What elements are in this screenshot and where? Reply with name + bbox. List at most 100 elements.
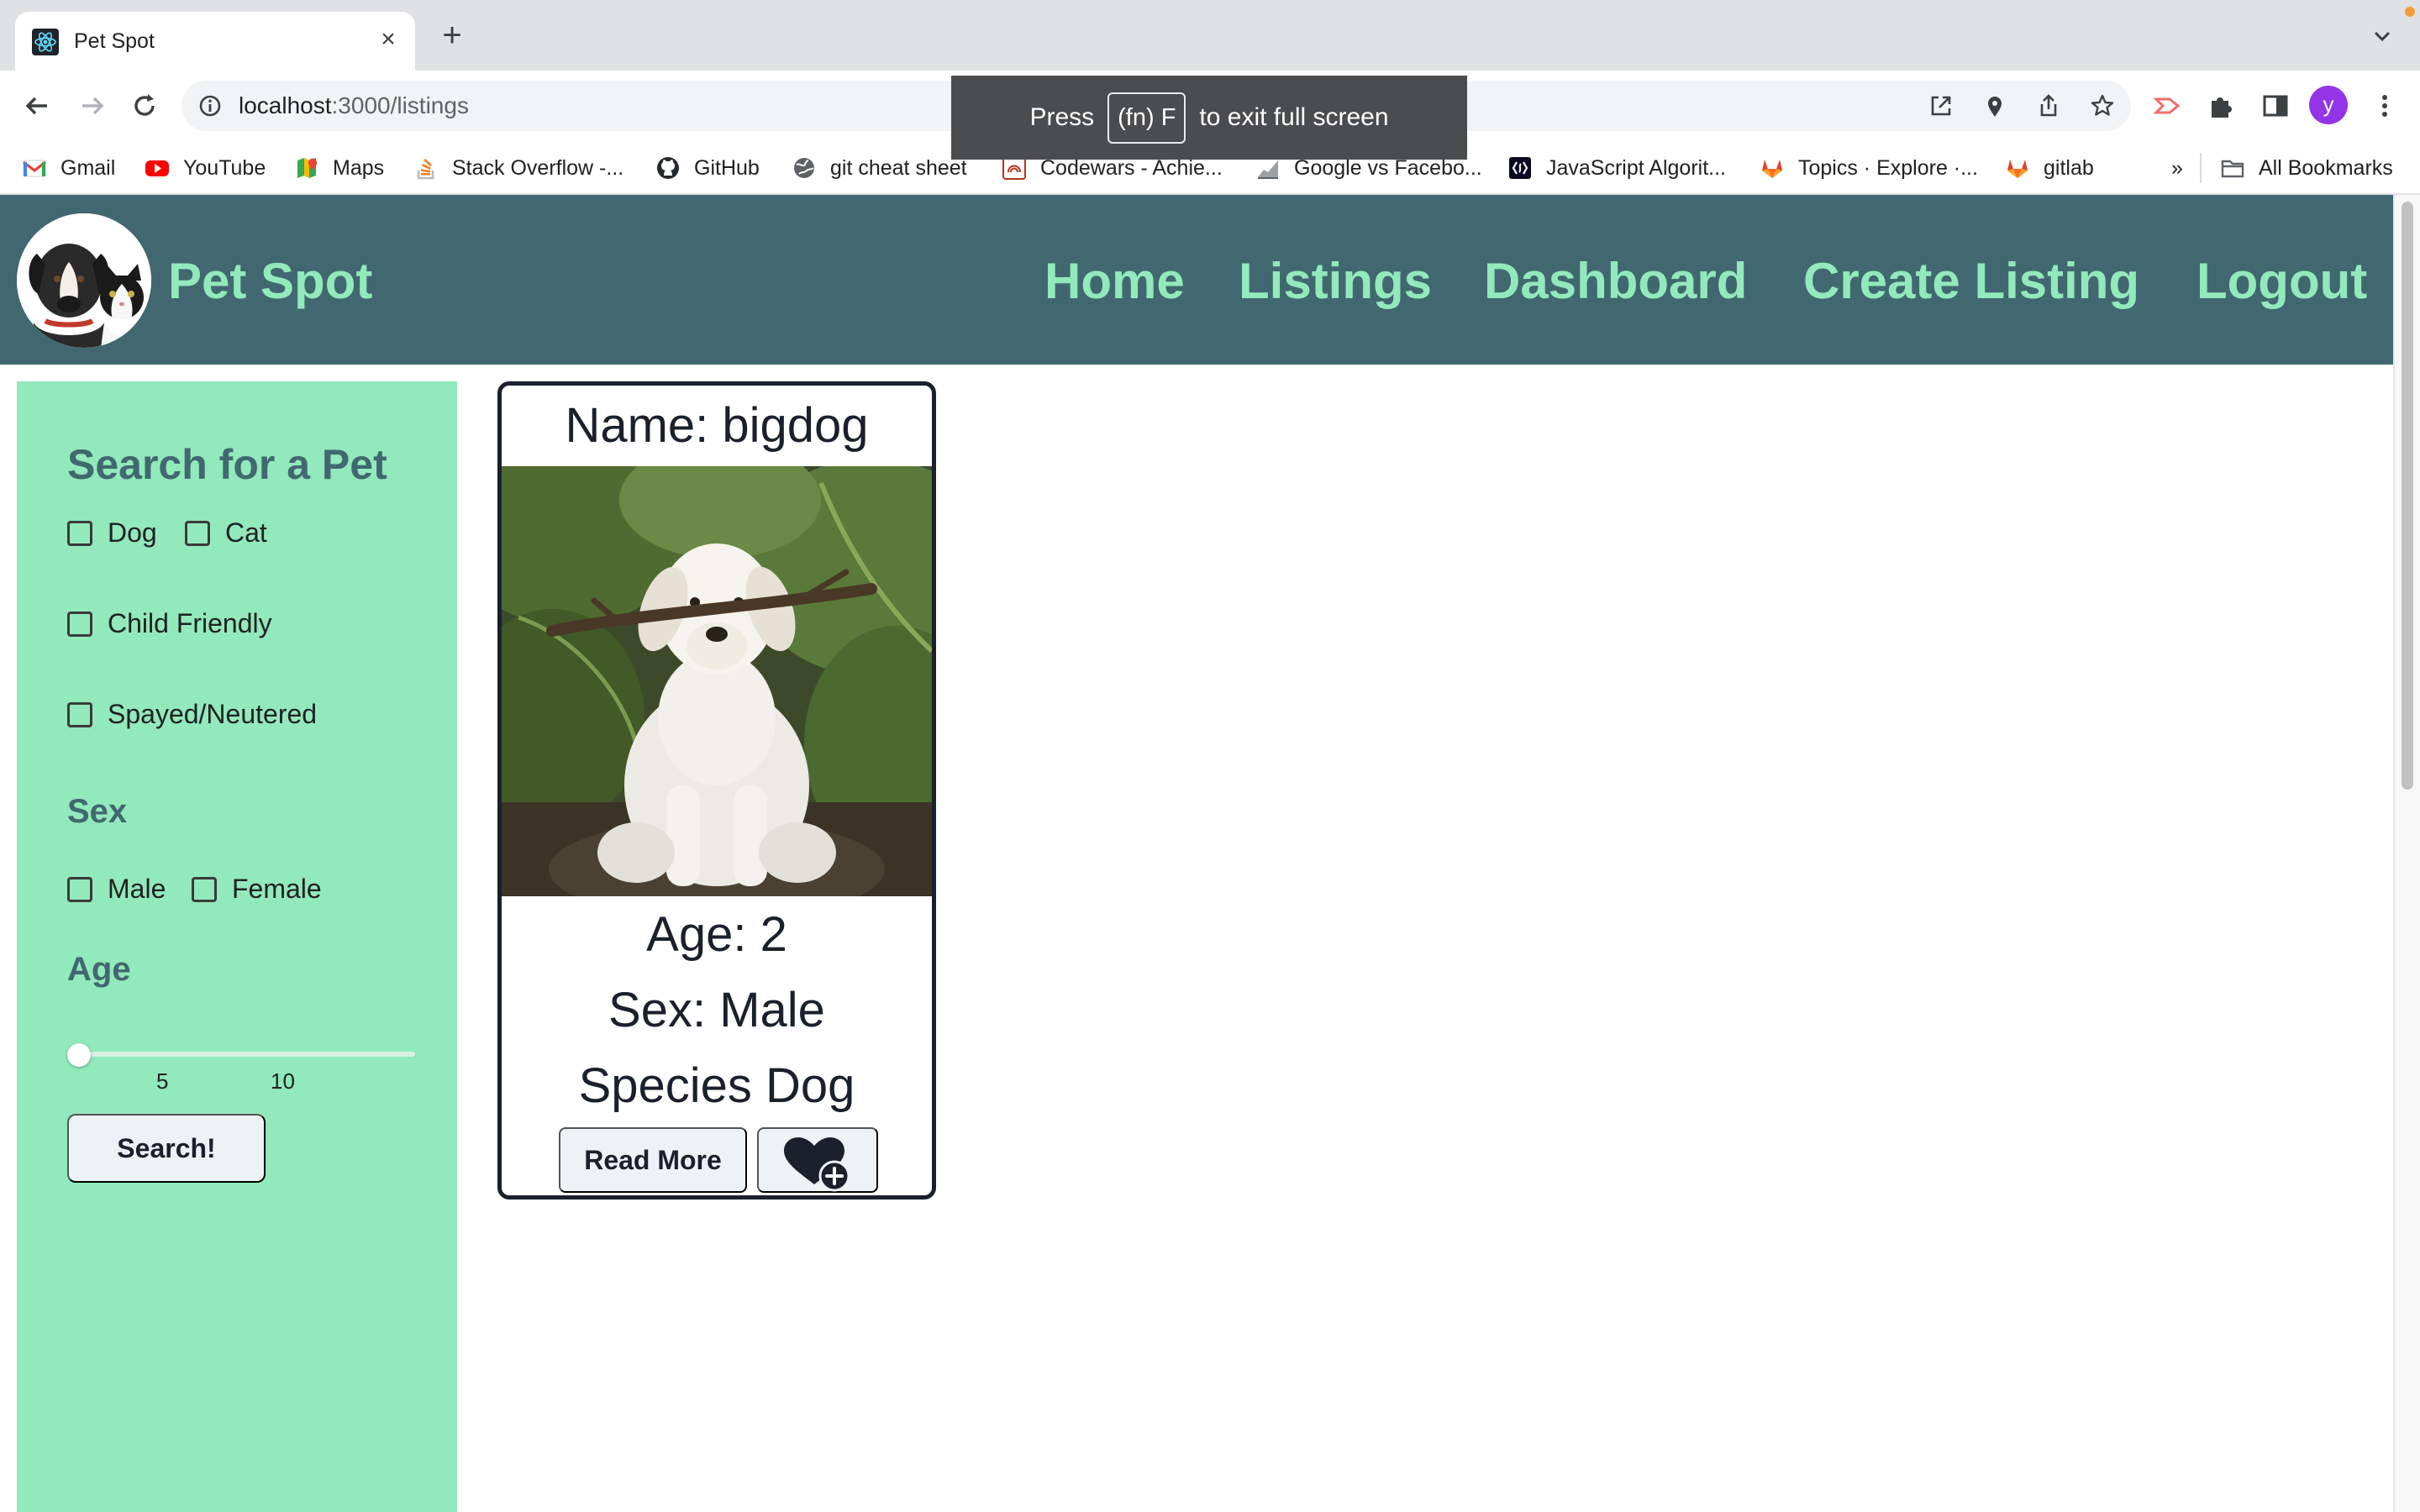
filter-dog[interactable]: Dog	[67, 517, 157, 549]
bookmark-label: Maps	[333, 155, 385, 180]
brand-name[interactable]: Pet Spot	[168, 252, 372, 310]
fullscreen-exit-toast: Press (fn) F to exit full screen	[951, 76, 1467, 160]
globe-icon	[794, 158, 814, 178]
site-info-icon[interactable]	[197, 92, 224, 119]
chevron-down-icon[interactable]	[2370, 24, 2395, 49]
bookmark-github[interactable]: GitHub	[655, 151, 760, 185]
javascript-icon	[1509, 157, 1531, 179]
pet-spot-logo[interactable]	[17, 213, 151, 348]
close-tab-icon[interactable]: ×	[373, 25, 403, 55]
spayed-neutered-label: Spayed/Neutered	[108, 699, 318, 729]
new-tab-button[interactable]: +	[435, 18, 469, 54]
bookmark-label: All Bookmarks	[2259, 155, 2393, 180]
age-slider[interactable]	[67, 1037, 424, 1070]
pet-species: Species Dog	[578, 1058, 855, 1113]
profile-avatar[interactable]: y	[2309, 86, 2348, 124]
browser-menu-icon[interactable]	[2368, 89, 2402, 123]
gmail-icon	[23, 160, 46, 177]
nav-listings[interactable]: Listings	[1239, 252, 1432, 310]
folder-icon	[2221, 160, 2244, 178]
youtube-icon	[145, 160, 169, 176]
child-friendly-checkbox[interactable]	[67, 611, 92, 637]
browser-tab[interactable]: Pet Spot ×	[15, 12, 415, 71]
extensions-puzzle-icon[interactable]	[2205, 89, 2238, 123]
search-sidebar: Search for a Pet Dog Cat Child Friendly …	[17, 381, 457, 1512]
filter-child-friendly[interactable]: Child Friendly	[67, 608, 272, 639]
screencast-extension-icon[interactable]	[2151, 89, 2185, 123]
toast-rest-text: to exit full screen	[1199, 103, 1389, 131]
filter-male[interactable]: Male	[67, 874, 166, 905]
bookmark-label: git cheat sheet	[830, 155, 967, 180]
pet-name: Name: bigdog	[565, 398, 869, 453]
gitlab-icon	[1762, 160, 1782, 178]
side-panel-icon[interactable]	[2259, 89, 2292, 123]
recording-indicator	[2405, 7, 2415, 17]
filter-spayed-neutered[interactable]: Spayed/Neutered	[67, 699, 317, 730]
url-path: :3000/listings	[331, 92, 469, 118]
bookmark-label: JavaScript Algorit...	[1546, 155, 1726, 180]
bookmark-label: Gmail	[60, 155, 116, 180]
back-icon[interactable]	[20, 89, 54, 123]
bookmark-gmail[interactable]: Gmail	[22, 151, 115, 185]
bookmark-git-cheat-sheet[interactable]: git cheat sheet	[792, 151, 967, 185]
location-pin-icon[interactable]	[1981, 92, 2008, 119]
dog-label: Dog	[108, 517, 157, 548]
browser-tab-strip: Pet Spot × +	[0, 0, 2420, 71]
dog-and-cat-logo-image	[17, 213, 151, 348]
filter-cat[interactable]: Cat	[185, 517, 267, 549]
nav-home[interactable]: Home	[1044, 252, 1185, 310]
page-scrollbar[interactable]	[2393, 195, 2420, 1512]
nav-logout[interactable]: Logout	[2196, 252, 2367, 310]
bookmark-stack-overflow[interactable]: Stack Overflow -...	[413, 151, 623, 185]
age-slider-thumb[interactable]	[67, 1043, 91, 1067]
url-text: localhost:3000/listings	[239, 92, 469, 119]
gitlab-icon	[2007, 160, 2028, 178]
age-tick-10: 10	[271, 1068, 295, 1094]
forward-icon[interactable]	[76, 89, 109, 123]
search-button[interactable]: Search!	[67, 1114, 266, 1183]
search-title: Search for a Pet	[67, 441, 387, 488]
bookmarks-divider	[2200, 153, 2202, 183]
filter-female[interactable]: Female	[192, 874, 322, 905]
spayed-neutered-checkbox[interactable]	[67, 701, 92, 727]
age-slider-track[interactable]	[76, 1052, 415, 1057]
toast-press-text: Press	[1029, 103, 1095, 131]
reload-icon[interactable]	[128, 89, 161, 123]
female-checkbox[interactable]	[192, 876, 217, 902]
all-bookmarks-button[interactable]: All Bookmarks	[2220, 151, 2393, 185]
bookmark-label: gitlab	[2044, 155, 2094, 180]
bookmark-label: YouTube	[183, 155, 266, 180]
pet-sex: Sex: Male	[608, 983, 825, 1037]
bookmark-star-icon[interactable]	[2089, 92, 2116, 119]
bookmarks-overflow-button[interactable]: »	[2171, 151, 2183, 185]
open-in-new-icon[interactable]	[1928, 92, 1954, 119]
tab-title: Pet Spot	[74, 29, 155, 53]
nav-create-listing[interactable]: Create Listing	[1803, 252, 2139, 310]
bookmark-youtube[interactable]: YouTube	[145, 151, 266, 185]
url-host: localhost	[239, 92, 332, 118]
maps-icon	[297, 158, 318, 178]
react-favicon-icon	[32, 29, 59, 55]
share-icon[interactable]	[2035, 92, 2062, 119]
pet-photo	[502, 466, 932, 896]
bookmark-topics-explore[interactable]: Topics · Explore ·...	[1760, 151, 1978, 185]
add-favorite-button[interactable]	[757, 1127, 878, 1193]
bookmark-maps[interactable]: Maps	[294, 151, 384, 185]
male-checkbox[interactable]	[67, 876, 92, 902]
cat-checkbox[interactable]	[185, 520, 210, 546]
scrollbar-thumb[interactable]	[2402, 202, 2413, 790]
read-more-button[interactable]: Read More	[559, 1127, 747, 1193]
bookmark-label: GitHub	[694, 155, 760, 180]
dog-checkbox[interactable]	[67, 520, 92, 546]
github-icon	[657, 157, 679, 179]
bookmark-gitlab[interactable]: gitlab	[2005, 151, 2094, 185]
sex-section-label: Sex	[67, 793, 128, 830]
bookmark-javascript-algorithms[interactable]: JavaScript Algorit...	[1507, 151, 1726, 185]
cat-label: Cat	[225, 517, 267, 548]
toast-key-hint: (fn) F	[1107, 92, 1186, 144]
bookmark-label: Topics · Explore ·...	[1798, 155, 1978, 180]
nav-dashboard[interactable]: Dashboard	[1484, 252, 1747, 310]
male-label: Male	[108, 874, 166, 904]
bookmark-label: Stack Overflow -...	[452, 155, 624, 180]
stackoverflow-icon	[417, 158, 434, 180]
